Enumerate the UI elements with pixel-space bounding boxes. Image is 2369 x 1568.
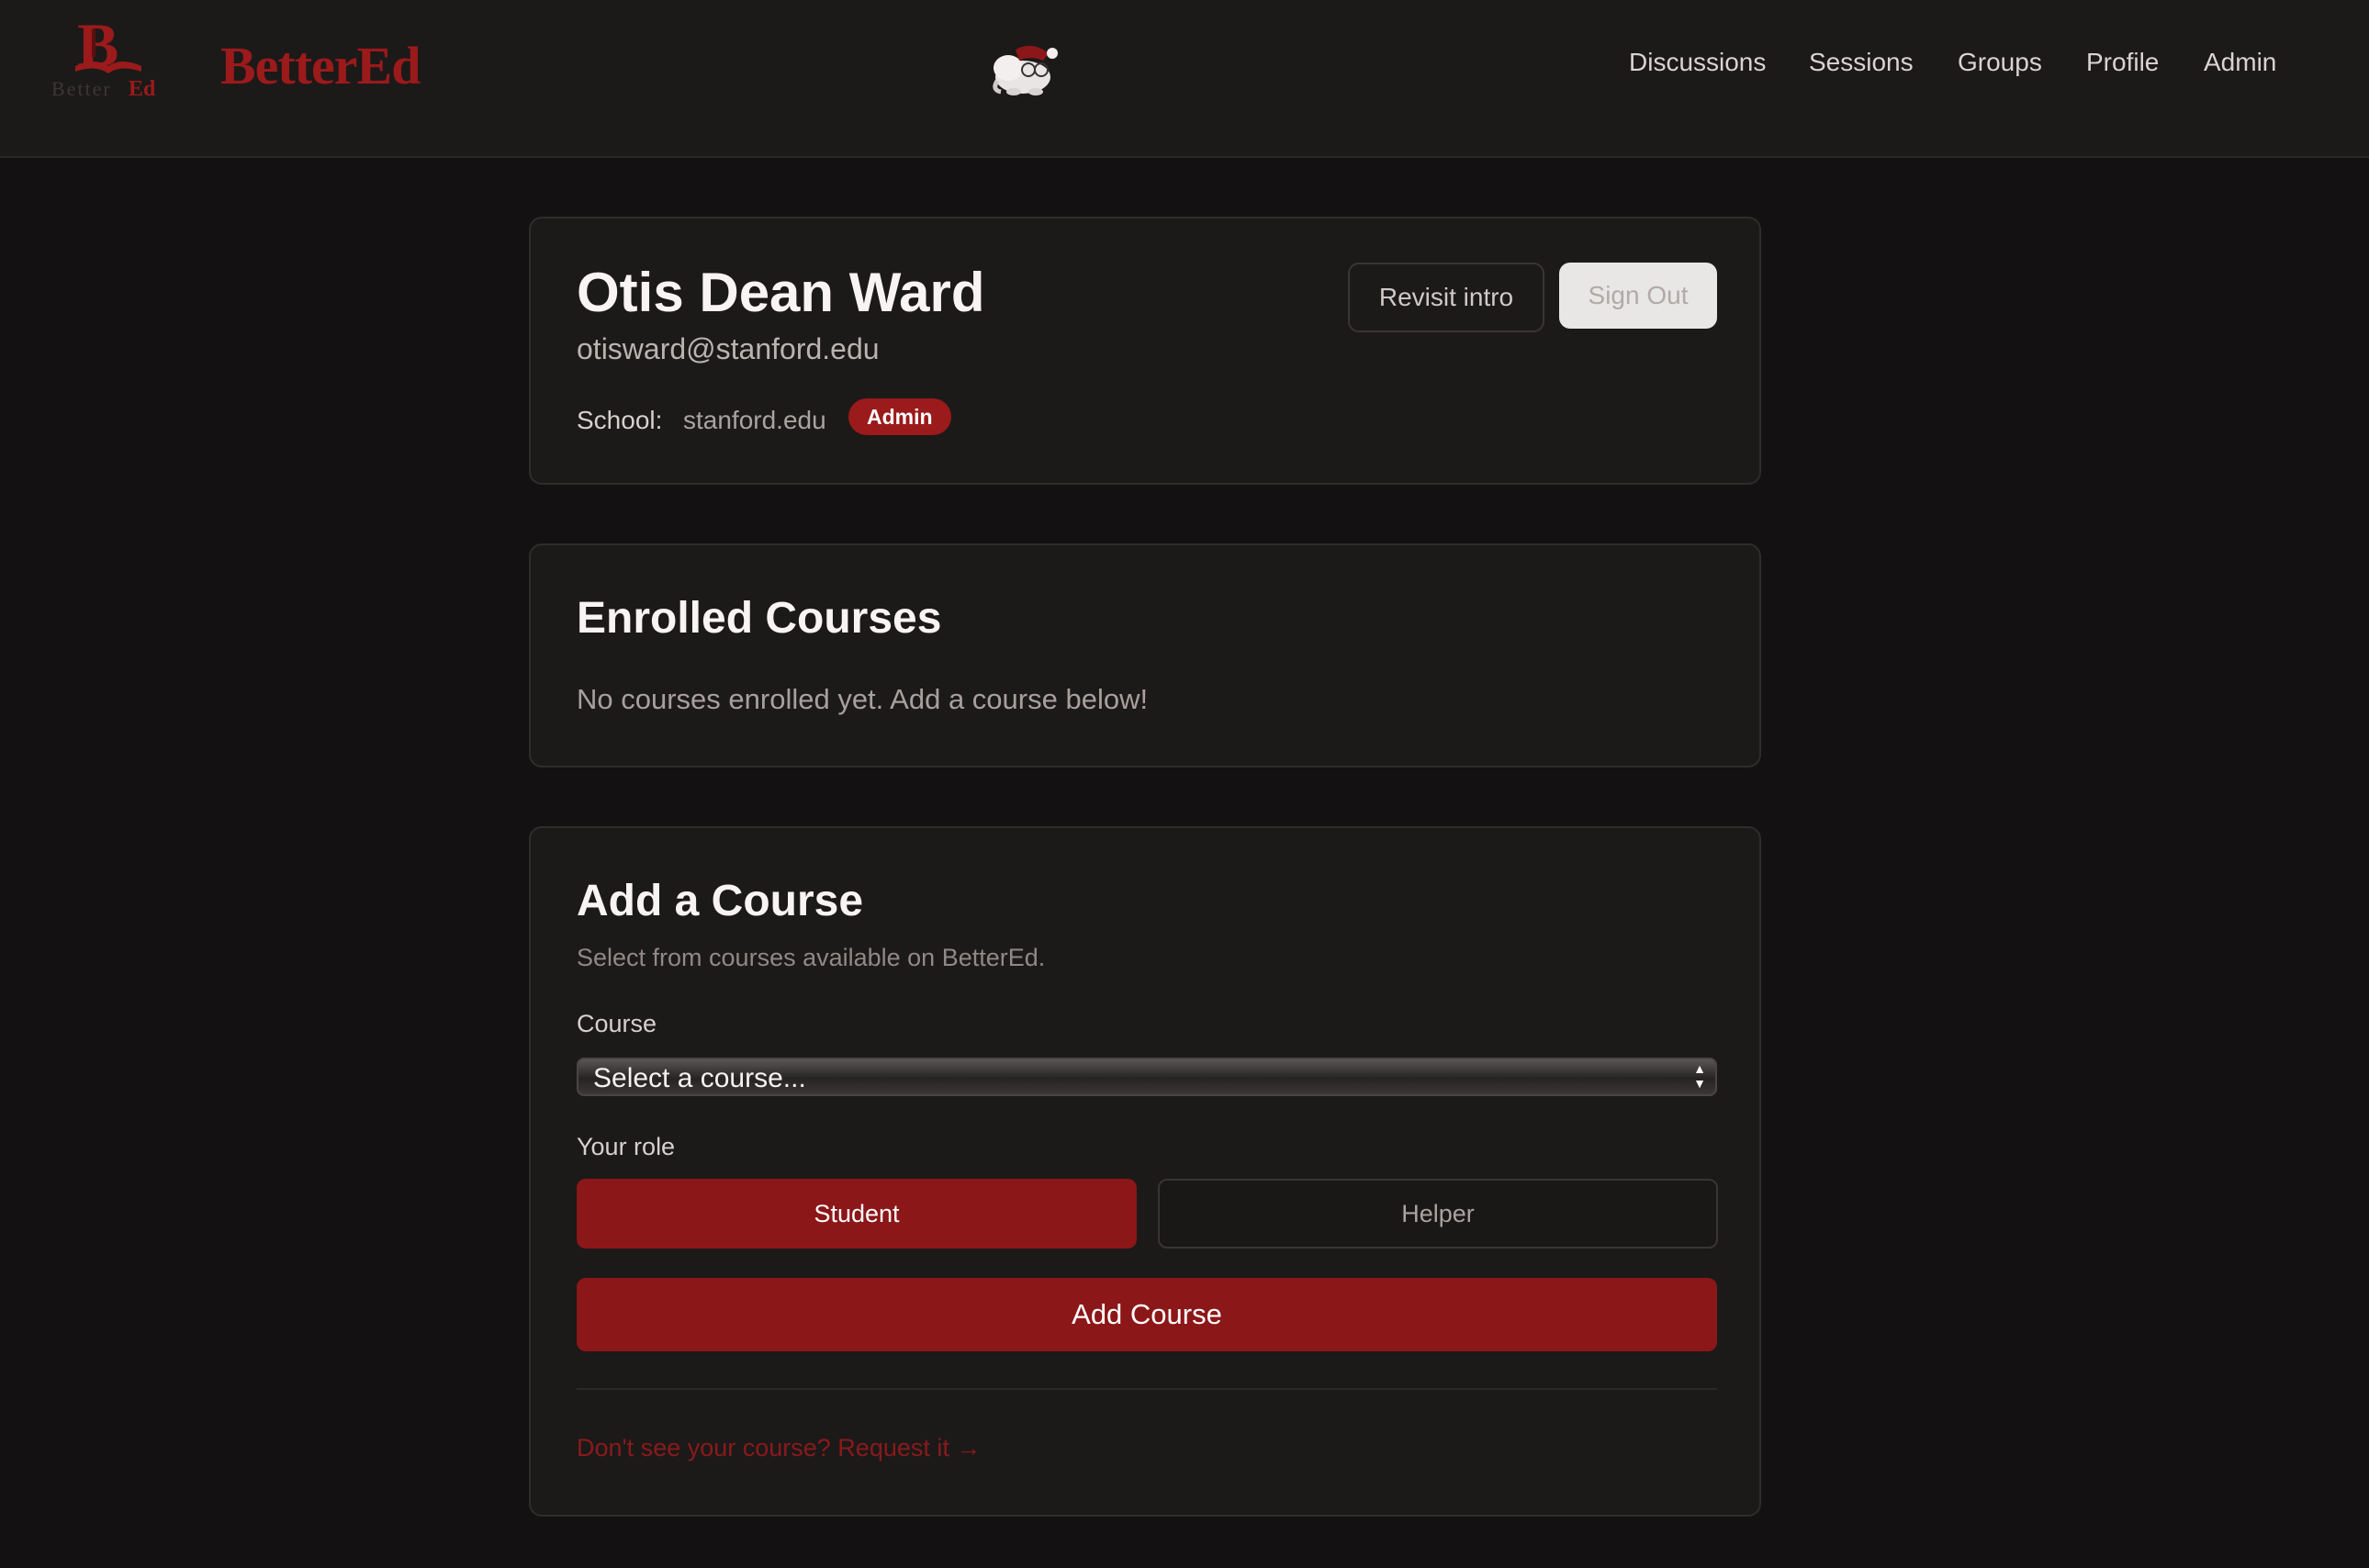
add-course-button[interactable]: Add Course xyxy=(577,1278,1717,1351)
admin-badge: Admin xyxy=(848,398,951,435)
add-course-title: Add a Course xyxy=(577,877,864,925)
svg-text:Ed: Ed xyxy=(129,77,156,101)
enrolled-courses-title: Enrolled Courses xyxy=(577,594,942,643)
school-label: School: xyxy=(577,406,663,434)
select-arrows-icon: ▲ ▼ xyxy=(1693,1061,1706,1091)
course-label: Course xyxy=(577,1010,657,1037)
role-student-button[interactable]: Student xyxy=(577,1179,1137,1249)
nav-groups[interactable]: Groups xyxy=(1958,48,2042,77)
course-select-value: Select a course... xyxy=(593,1063,806,1093)
nav-discussions[interactable]: Discussions xyxy=(1629,48,1766,77)
divider xyxy=(577,1388,1717,1390)
add-course-card: Add a Course Select from courses availab… xyxy=(529,826,1761,1517)
nav-admin[interactable]: Admin xyxy=(2204,48,2276,77)
elephant-mascot-icon xyxy=(988,40,1063,97)
course-select[interactable]: Select a course... ▲ ▼ xyxy=(577,1058,1717,1096)
svg-text:Better: Better xyxy=(51,77,112,100)
add-course-subtitle: Select from courses available on BetterE… xyxy=(577,944,1046,971)
nav-profile[interactable]: Profile xyxy=(2086,48,2159,77)
profile-card: Otis Dean Ward otisward@stanford.edu Sch… xyxy=(529,217,1761,485)
school-value: stanford.edu xyxy=(683,406,826,434)
nav-sessions[interactable]: Sessions xyxy=(1809,48,1914,77)
enrolled-courses-card: Enrolled Courses No courses enrolled yet… xyxy=(529,543,1761,767)
role-helper-button[interactable]: Helper xyxy=(1158,1179,1718,1249)
top-navbar: B Better Ed BetterEd Discussions Session… xyxy=(0,0,2369,158)
profile-name: Otis Dean Ward xyxy=(577,262,985,323)
request-course-link[interactable]: Don't see your course? Request it → xyxy=(577,1434,981,1462)
brand-title[interactable]: BetterEd xyxy=(220,35,421,96)
profile-email: otisward@stanford.edu xyxy=(577,332,880,365)
role-label: Your role xyxy=(577,1133,676,1160)
betterEd-logo-icon[interactable]: B Better Ed xyxy=(48,10,167,101)
sign-out-button[interactable]: Sign Out xyxy=(1559,263,1717,329)
revisit-intro-button[interactable]: Revisit intro xyxy=(1348,263,1544,332)
enrolled-empty-text: No courses enrolled yet. Add a course be… xyxy=(577,683,1149,715)
